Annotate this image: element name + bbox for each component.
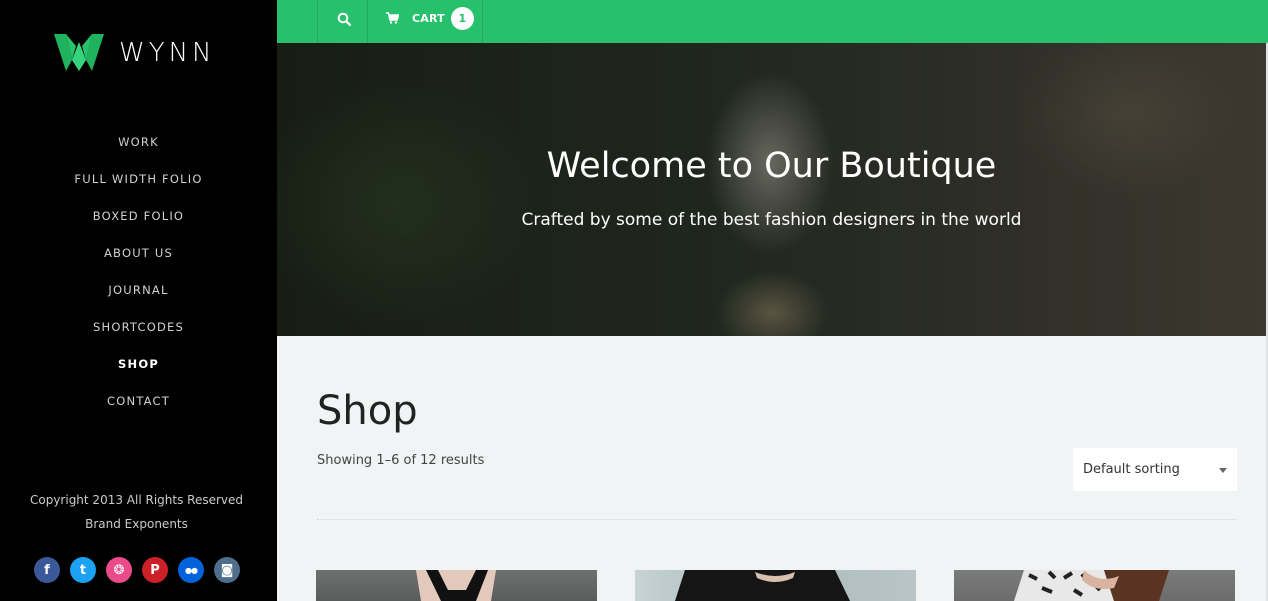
product-image[interactable]	[954, 570, 1235, 601]
shop-content: Shop Showing 1–6 of 12 results Default s…	[277, 336, 1266, 601]
cart-button[interactable]: CART 1	[386, 6, 474, 30]
company-name[interactable]: Brand Exponents	[0, 512, 273, 536]
nav-item-journal: JOURNAL	[0, 279, 277, 316]
copyright-text: Copyright 2013 All Rights Reserved	[29, 493, 243, 507]
search-icon[interactable]	[337, 11, 352, 27]
product-image[interactable]	[635, 570, 916, 601]
hero-banner: Welcome to Our Boutique Crafted by some …	[277, 43, 1266, 336]
flickr-icon[interactable]: ●●	[178, 557, 204, 583]
nav-item-contact: CONTACT	[0, 390, 277, 427]
nav-item-about-us: ABOUT US	[0, 242, 277, 279]
top-bar: CART 1	[277, 0, 1268, 43]
nav-item-work: WORK	[0, 131, 277, 168]
logo-text: WYNN	[119, 37, 216, 68]
sidebar: WYNN WORK FULL WIDTH FOLIO BOXED FOLIO A…	[0, 0, 277, 601]
nav-link-work[interactable]: WORK	[118, 135, 159, 149]
nav-link-journal[interactable]: JOURNAL	[108, 283, 168, 297]
divider	[317, 519, 1237, 520]
nav-item-shop: SHOP	[0, 353, 277, 390]
topbar-divider	[482, 0, 483, 43]
nav-item-boxed-folio: BOXED FOLIO	[0, 205, 277, 242]
chevron-down-icon	[1219, 468, 1227, 473]
site-logo[interactable]: WYNN	[54, 34, 216, 71]
facebook-icon[interactable]: f	[34, 557, 60, 583]
copyright: Copyright 2013 All Rights Reserved Brand…	[0, 488, 273, 536]
nav-link-shop[interactable]: SHOP	[118, 357, 159, 371]
hero-title: Welcome to Our Boutique	[546, 146, 997, 186]
hero-subtitle: Crafted by some of the best fashion desi…	[521, 210, 1022, 230]
wynn-logo-icon	[54, 34, 104, 71]
nav-item-shortcodes: SHORTCODES	[0, 316, 277, 353]
page-title: Shop	[317, 388, 418, 434]
nav-link-full-width-folio[interactable]: FULL WIDTH FOLIO	[74, 172, 202, 186]
cart-count-badge: 1	[450, 6, 474, 30]
topbar-divider	[317, 0, 318, 43]
result-count: Showing 1–6 of 12 results	[317, 453, 485, 468]
main-nav: WORK FULL WIDTH FOLIO BOXED FOLIO ABOUT …	[0, 131, 277, 427]
nav-link-contact[interactable]: CONTACT	[107, 394, 170, 408]
pinterest-icon[interactable]: P	[142, 557, 168, 583]
hero-overlay	[277, 43, 1266, 336]
topbar-divider	[367, 0, 368, 43]
instagram-icon[interactable]: ◙	[214, 557, 240, 583]
nav-link-shortcodes[interactable]: SHORTCODES	[93, 320, 184, 334]
sort-select[interactable]: Default sorting	[1073, 448, 1237, 491]
twitter-icon[interactable]: t	[70, 557, 96, 583]
nav-link-about-us[interactable]: ABOUT US	[104, 246, 173, 260]
nav-link-boxed-folio[interactable]: BOXED FOLIO	[93, 209, 184, 223]
social-links: f t ❂ P ●● ◙	[34, 557, 240, 583]
cart-icon	[386, 12, 399, 24]
sort-selected-value: Default sorting	[1083, 462, 1180, 477]
product-image[interactable]	[316, 570, 597, 601]
cart-label: CART	[412, 11, 445, 25]
nav-item-full-width-folio: FULL WIDTH FOLIO	[0, 168, 277, 205]
dribbble-icon[interactable]: ❂	[106, 557, 132, 583]
